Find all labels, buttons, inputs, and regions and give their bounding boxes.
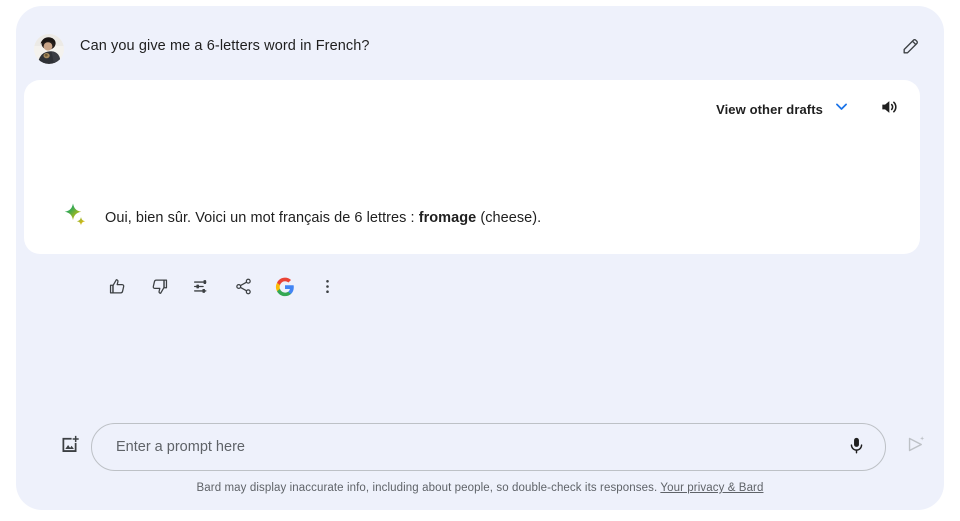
bard-response-card: View other drafts Oui, bien sûr. Voici u… — [24, 80, 920, 296]
volume-up-icon — [879, 97, 899, 122]
view-other-drafts-button[interactable]: View other drafts — [706, 93, 856, 125]
user-message-text: Can you give me a 6-letters word in Fren… — [80, 38, 370, 54]
footer-disclaimer: Bard may display inaccurate info, includ… — [16, 482, 944, 494]
response-text-before: Oui, bien sûr. Voici un mot français de … — [105, 210, 419, 226]
microphone-icon — [847, 436, 866, 460]
more-options-button[interactable] — [306, 268, 348, 310]
response-text: Oui, bien sûr. Voici un mot français de … — [105, 210, 541, 226]
google-g-icon — [275, 277, 295, 302]
response-text-after: (cheese). — [476, 210, 542, 226]
user-message-row: Can you give me a 6-letters word in Fren… — [16, 20, 944, 78]
response-actions-row — [96, 268, 348, 310]
chevron-down-icon — [833, 98, 850, 120]
response-text-bold: fromage — [418, 210, 477, 226]
send-button[interactable] — [898, 430, 932, 464]
modify-response-button[interactable] — [180, 268, 222, 310]
tune-icon — [192, 277, 211, 301]
pencil-icon — [901, 37, 920, 61]
response-card-header: View other drafts — [706, 92, 906, 126]
prompt-input[interactable] — [116, 424, 816, 470]
bard-app-shell: Can you give me a 6-letters word in Fren… — [16, 6, 944, 510]
thumb-down-icon — [150, 277, 169, 301]
thumb-up-icon — [108, 277, 127, 301]
share-button[interactable] — [222, 268, 264, 310]
bard-sparkle-icon — [62, 202, 88, 228]
disclaimer-text: Bard may display inaccurate info, includ… — [196, 482, 658, 494]
listen-button[interactable] — [872, 92, 906, 126]
add-image-button[interactable] — [52, 430, 86, 464]
user-photo-avatar — [34, 34, 64, 64]
add-image-icon — [59, 434, 80, 460]
thumb-down-button[interactable] — [138, 268, 180, 310]
microphone-button[interactable] — [839, 431, 873, 465]
view-other-drafts-label: View other drafts — [716, 101, 823, 117]
thumb-up-button[interactable] — [96, 268, 138, 310]
share-icon — [234, 277, 253, 301]
google-it-button[interactable] — [264, 268, 306, 310]
prompt-bar — [91, 423, 886, 471]
send-sparkle-icon — [905, 434, 926, 460]
privacy-link[interactable]: Your privacy & Bard — [660, 482, 763, 494]
edit-prompt-button[interactable] — [894, 33, 926, 65]
more-vert-icon — [318, 277, 337, 301]
